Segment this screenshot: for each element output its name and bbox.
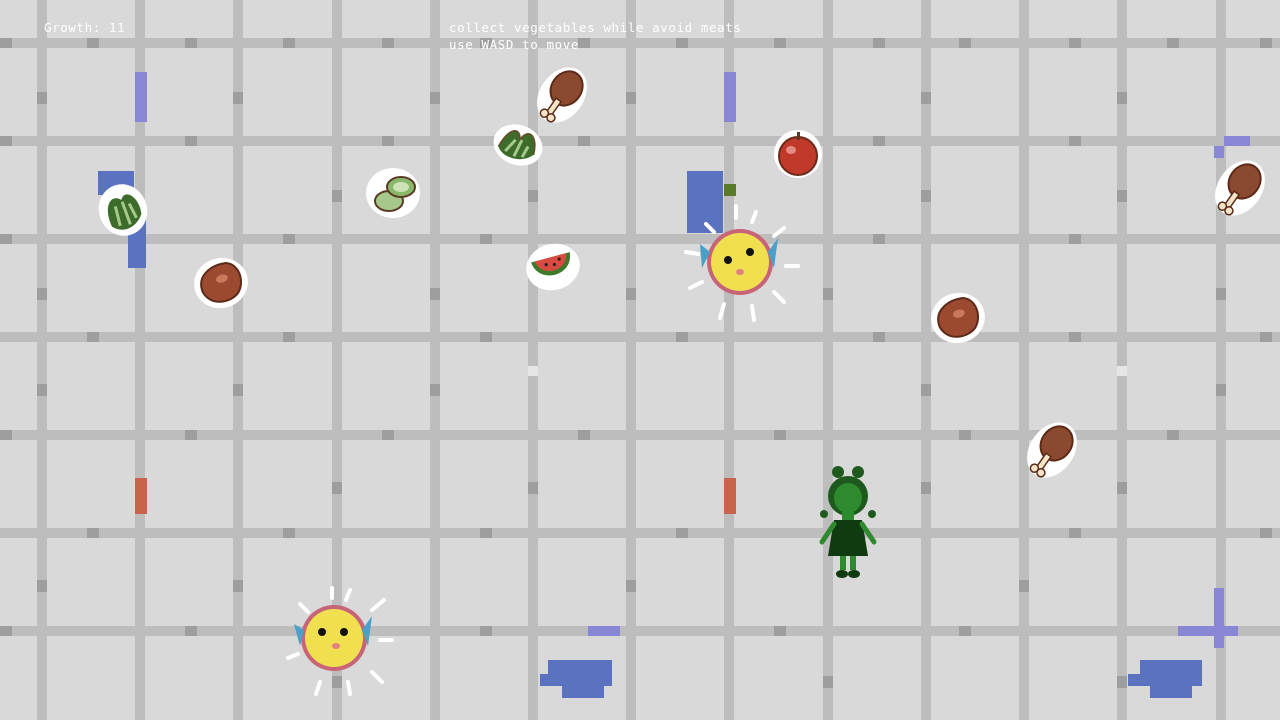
apple-vegetable bbox=[774, 130, 822, 178]
growth-value: 11 bbox=[109, 20, 126, 35]
growth-label: Growth: bbox=[44, 20, 101, 35]
cucumber-vegetable bbox=[366, 168, 420, 218]
game-map bbox=[0, 0, 1280, 720]
instructions: collect vegetables while avoid meats use … bbox=[449, 19, 742, 53]
instruction-line-controls: use WASD to move bbox=[449, 37, 580, 52]
instruction-line-objective: collect vegetables while avoid meats bbox=[449, 20, 742, 35]
growth-counter: Growth: 11 bbox=[44, 19, 125, 36]
